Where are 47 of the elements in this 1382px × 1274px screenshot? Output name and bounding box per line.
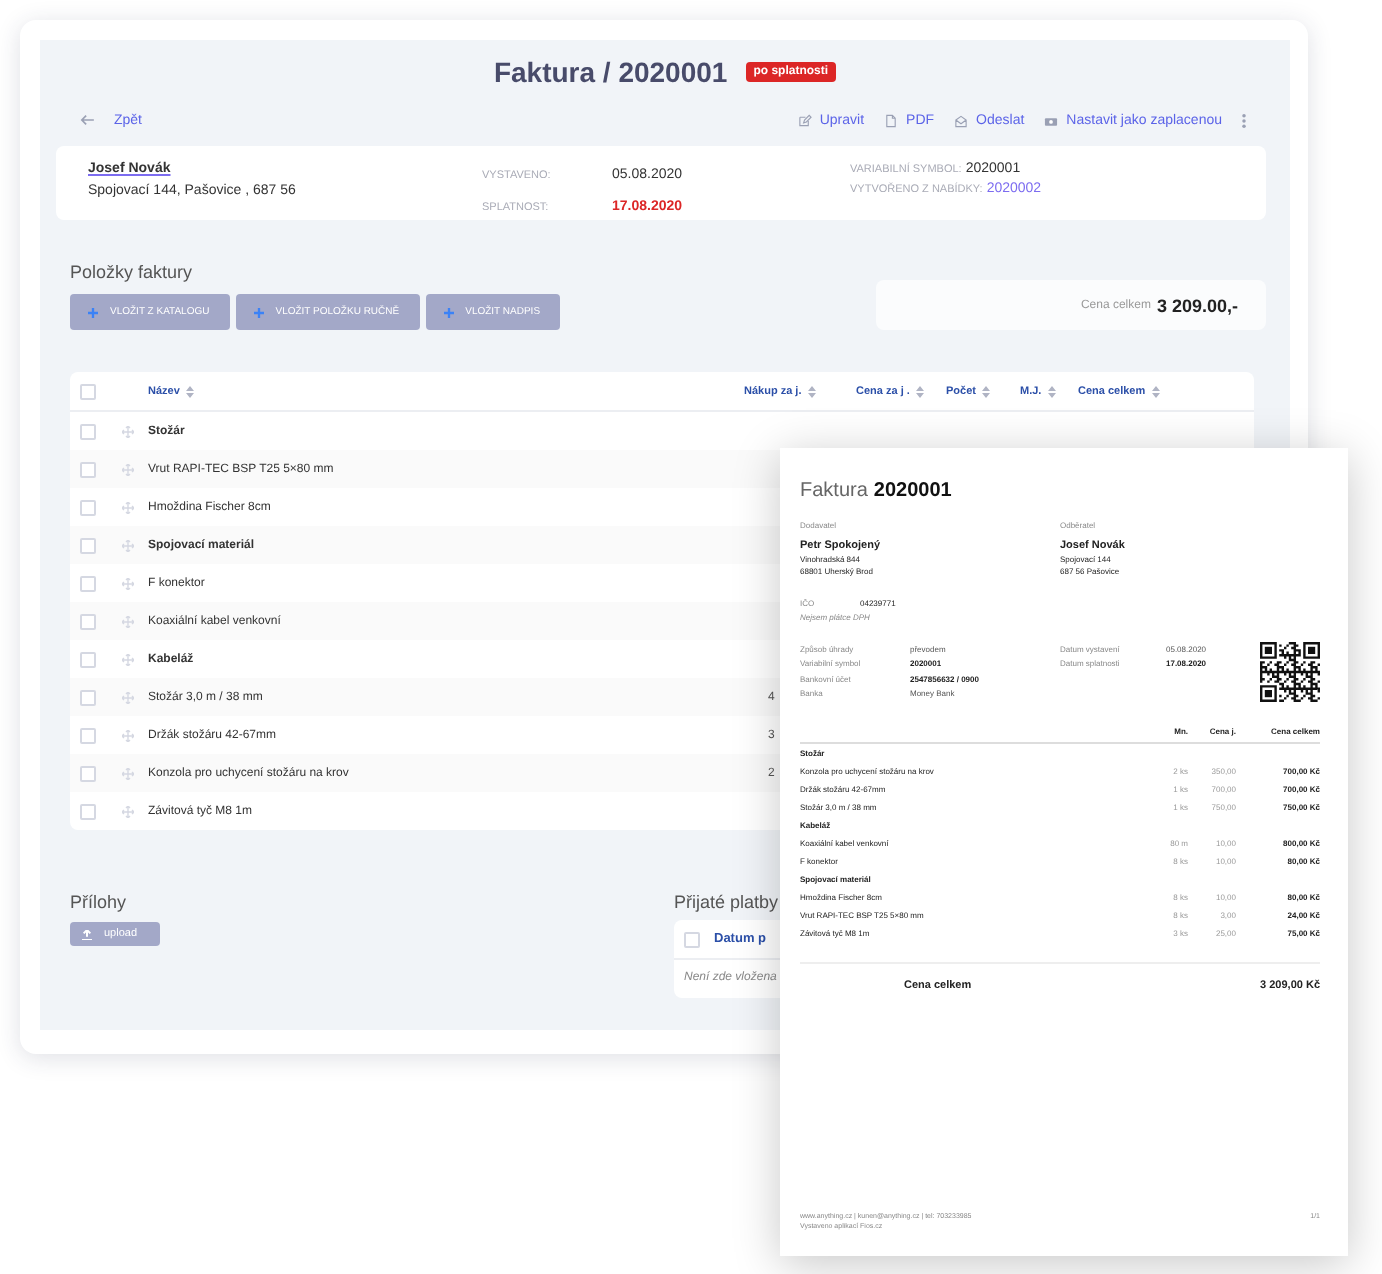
qr-code [1260, 642, 1320, 702]
upload-icon [82, 929, 92, 939]
sort-icon[interactable] [185, 385, 194, 397]
sort-icon[interactable] [981, 385, 990, 397]
checkbox[interactable] [80, 499, 96, 515]
drag-handle-icon[interactable] [122, 653, 134, 665]
section-title: Položky faktury [70, 260, 193, 284]
section-title: Přijaté platby [674, 890, 779, 914]
checkbox[interactable] [684, 931, 700, 947]
section-title: Přílohy [70, 890, 127, 914]
checkbox[interactable] [80, 727, 96, 743]
checkbox[interactable] [80, 461, 96, 477]
drag-handle-icon[interactable] [122, 691, 134, 703]
drag-handle-icon[interactable] [122, 615, 134, 627]
checkbox[interactable] [80, 575, 96, 591]
total-value: 3 209.00,- [1156, 295, 1238, 315]
checkbox[interactable] [80, 803, 96, 819]
drag-handle-icon[interactable] [122, 805, 134, 817]
sort-icon[interactable] [1047, 385, 1056, 397]
drag-handle-icon[interactable] [122, 425, 134, 437]
document-icon [884, 113, 899, 127]
checkbox[interactable] [80, 765, 96, 781]
envelope-icon [954, 113, 969, 127]
plus-icon [88, 307, 98, 317]
checkbox[interactable] [80, 651, 96, 667]
banknote-icon [1044, 113, 1059, 127]
page-title: Faktura / 2020001 [493, 56, 728, 88]
checkbox[interactable] [80, 613, 96, 629]
plus-icon [253, 307, 264, 317]
drag-handle-icon[interactable] [122, 539, 134, 551]
checkbox[interactable] [80, 383, 96, 399]
checkbox[interactable] [80, 537, 96, 553]
checkbox[interactable] [80, 689, 96, 705]
drag-handle-icon[interactable] [122, 729, 134, 741]
drag-handle-icon[interactable] [122, 501, 134, 513]
edit-icon [797, 113, 812, 127]
drag-handle-icon[interactable] [122, 577, 134, 589]
document-title: Faktura [800, 480, 868, 504]
checkbox[interactable] [80, 423, 96, 439]
arrow-left-icon [80, 114, 94, 126]
document-number: 2020001 [873, 480, 952, 504]
sort-icon[interactable] [1151, 385, 1160, 397]
drag-handle-icon[interactable] [122, 463, 134, 475]
sort-icon[interactable] [915, 385, 924, 397]
sort-icon[interactable] [807, 385, 816, 397]
plus-icon [443, 307, 454, 317]
drag-handle-icon[interactable] [122, 767, 134, 779]
